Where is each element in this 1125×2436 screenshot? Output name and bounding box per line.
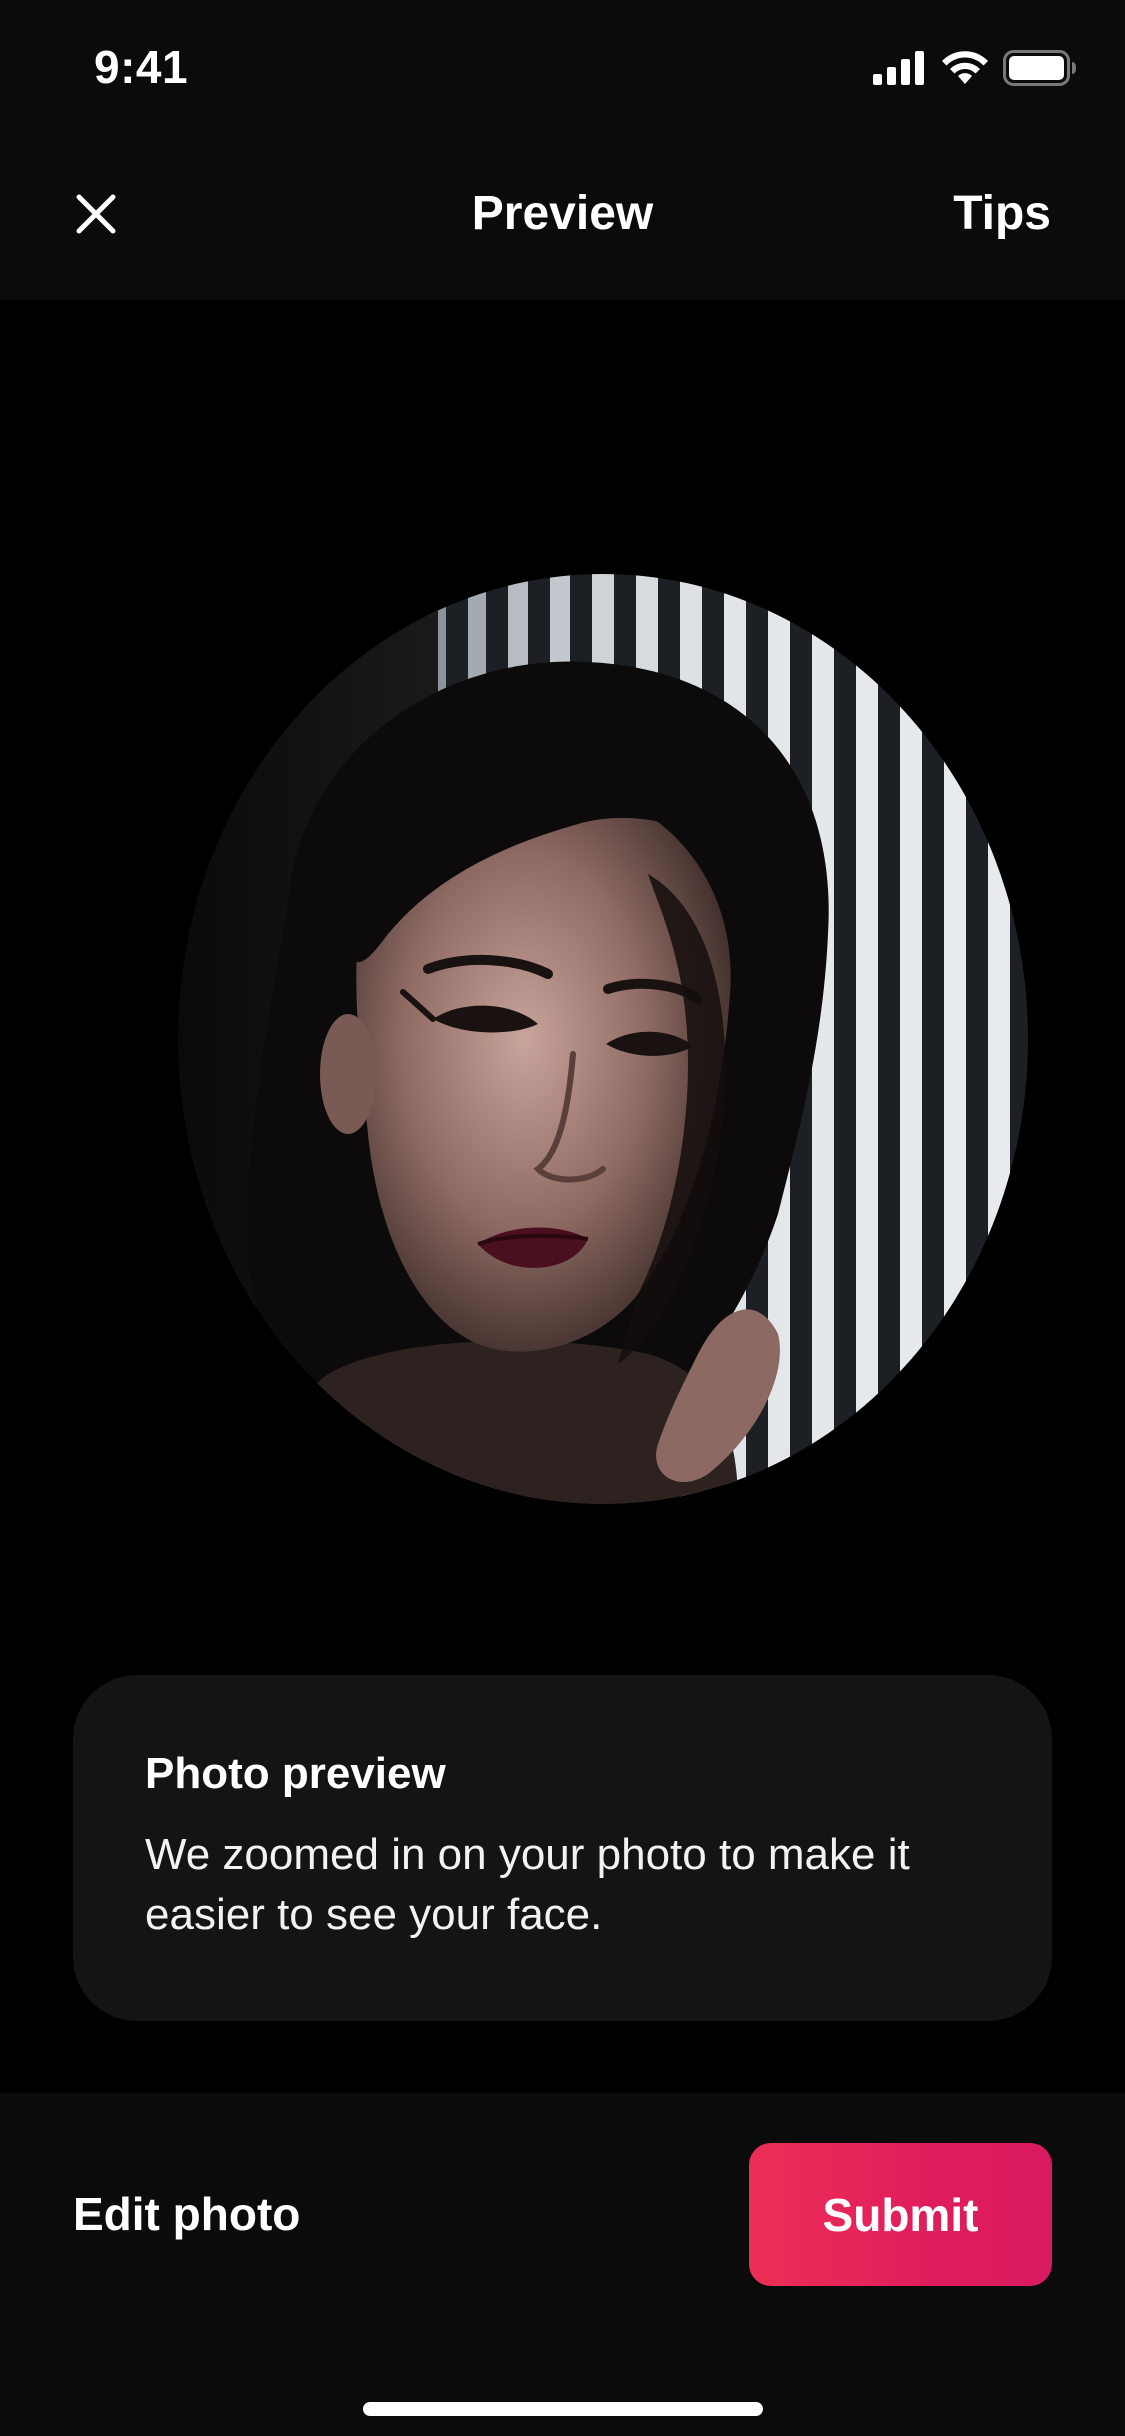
battery-icon <box>1003 50 1077 91</box>
profile-photo-preview <box>178 574 1028 1504</box>
edit-photo-button[interactable]: Edit photo <box>73 2187 300 2241</box>
home-indicator[interactable] <box>363 2402 763 2416</box>
submit-button[interactable]: Submit <box>749 2143 1052 2286</box>
tips-link[interactable]: Tips <box>953 186 1051 241</box>
bottom-action-bar: Edit photo Submit <box>0 2093 1125 2436</box>
cellular-signal-icon <box>873 51 927 90</box>
top-region: 9:41 Preview Tips <box>0 0 1125 300</box>
info-card-body: We zoomed in on your photo to make it ea… <box>145 1830 910 1939</box>
photo-preview-area: Photo preview We zoomed in on your photo… <box>0 300 1125 2093</box>
status-icons <box>873 50 1077 91</box>
photo-preview-info-card: Photo preview We zoomed in on your photo… <box>73 1675 1052 2021</box>
info-card-title: Photo preview <box>145 1749 446 1798</box>
status-time: 9:41 <box>94 41 189 93</box>
wifi-icon <box>941 50 989 91</box>
